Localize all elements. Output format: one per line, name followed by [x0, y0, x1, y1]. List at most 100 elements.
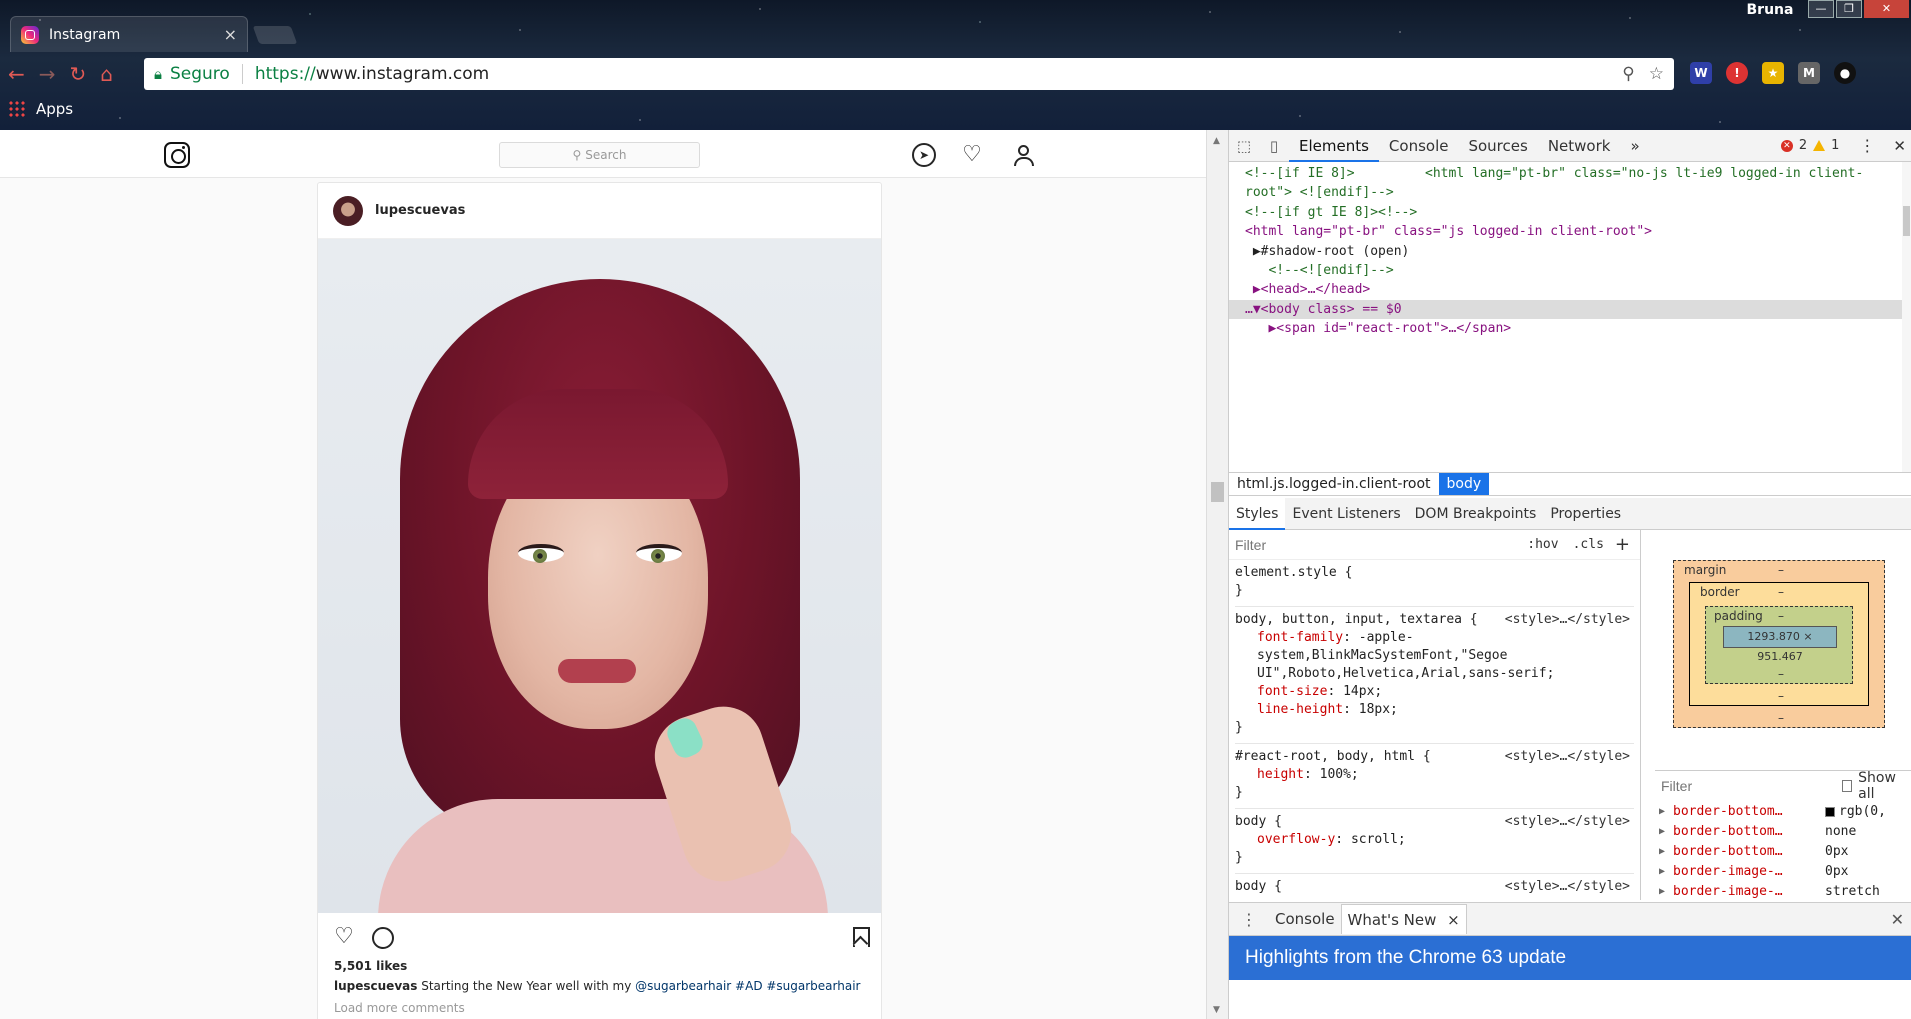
- caption-tags[interactable]: @sugarbearhair #AD #sugarbearhair: [635, 979, 860, 993]
- show-all-checkbox-box[interactable]: [1842, 779, 1853, 792]
- extension-m-icon[interactable]: M: [1798, 62, 1820, 84]
- rule-source-link[interactable]: <style>…</style>: [1505, 748, 1630, 766]
- comment-bubble-icon[interactable]: [370, 925, 394, 949]
- new-tab-button[interactable]: [252, 26, 298, 44]
- dom-line[interactable]: ▶#shadow-root (open): [1229, 242, 1911, 261]
- style-rule[interactable]: body { <style>…</style>: [1235, 874, 1634, 900]
- caption-username[interactable]: lupescuevas: [334, 979, 417, 993]
- home-icon[interactable]: ⌂: [100, 62, 113, 86]
- console-status[interactable]: ✕ 2 1 ⋮ ✕: [1780, 136, 1911, 155]
- cls-toggle-button[interactable]: .cls: [1566, 537, 1611, 552]
- page-scrollbar[interactable]: ▲ ▼: [1206, 130, 1228, 1019]
- bookmark-apps[interactable]: Apps: [36, 100, 73, 118]
- load-more-comments-link[interactable]: Load more comments: [334, 1001, 465, 1015]
- rule-source-link[interactable]: <style>…</style>: [1505, 878, 1630, 896]
- bookmark-save-icon[interactable]: [848, 925, 872, 949]
- rule-property[interactable]: font-family: -apple-system,BlinkMacSyste…: [1235, 629, 1634, 683]
- extension-dark-icon[interactable]: ●: [1834, 62, 1856, 84]
- expand-triangle-icon[interactable]: ▶: [1659, 882, 1673, 902]
- bookmark-star-icon[interactable]: ☆: [1649, 64, 1664, 84]
- lock-icon[interactable]: 🔒︎: [154, 65, 162, 83]
- rule-source-link[interactable]: <style>…</style>: [1505, 611, 1630, 629]
- dom-scrollbar[interactable]: [1902, 162, 1911, 472]
- post-photo[interactable]: [318, 239, 881, 913]
- window-maximize-button[interactable]: ❐: [1836, 0, 1862, 18]
- apps-grid-icon[interactable]: [8, 100, 26, 118]
- dom-line[interactable]: ▶<span id="react-root">…</span>: [1229, 319, 1911, 338]
- tab-properties[interactable]: Properties: [1543, 498, 1628, 530]
- computed-filter-input[interactable]: [1661, 777, 1842, 794]
- scroll-thumb[interactable]: [1211, 482, 1224, 502]
- rule-property[interactable]: font-size: 14px;: [1235, 683, 1634, 701]
- computed-row[interactable]: ▶ border-bottom… rgb(0,: [1655, 802, 1911, 822]
- post-username[interactable]: lupescuevas: [375, 203, 465, 218]
- extension-w-icon[interactable]: W: [1690, 62, 1712, 84]
- style-rule[interactable]: body, button, input, textarea { <style>……: [1235, 607, 1634, 744]
- avatar[interactable]: [333, 195, 363, 226]
- computed-row[interactable]: ▶ border-bottom… none: [1655, 822, 1911, 842]
- extension-red-icon[interactable]: !: [1726, 62, 1748, 84]
- breadcrumb-html[interactable]: html.js.logged-in.client-root: [1229, 473, 1439, 495]
- dom-line[interactable]: <!--[if gt IE 8]><!-->: [1229, 203, 1911, 222]
- window-close-button[interactable]: ✕: [1864, 0, 1909, 18]
- scroll-up-arrow-icon[interactable]: ▲: [1213, 136, 1220, 146]
- rule-property[interactable]: height: 100%;: [1235, 766, 1634, 784]
- tab-elements[interactable]: Elements: [1289, 130, 1379, 162]
- dom-line[interactable]: <!--<![endif]-->: [1229, 261, 1911, 280]
- devtools-close-icon[interactable]: ✕: [1893, 137, 1906, 155]
- dom-line[interactable]: ▶<head>…</head>: [1229, 280, 1911, 299]
- scroll-down-arrow-icon[interactable]: ▼: [1213, 1005, 1220, 1015]
- heart-icon[interactable]: ♡: [960, 143, 984, 167]
- address-bar[interactable]: 🔒︎ Seguro https:// www.instagram.com ⚲ ☆: [144, 58, 1674, 90]
- back-arrow-icon[interactable]: ←: [8, 62, 25, 86]
- tab-styles[interactable]: Styles: [1229, 497, 1286, 530]
- like-heart-icon[interactable]: ♡: [332, 925, 356, 949]
- drawer-tab-close-icon[interactable]: ×: [1447, 911, 1460, 929]
- inspect-element-icon[interactable]: ⬚: [1229, 130, 1259, 162]
- likes-count[interactable]: 5,501 likes: [334, 959, 407, 973]
- drawer-menu-icon[interactable]: ⋮: [1229, 910, 1269, 929]
- search-input[interactable]: ⚲ Search: [499, 142, 700, 168]
- expand-triangle-icon[interactable]: ▶: [1659, 842, 1673, 862]
- hov-toggle-button[interactable]: :hov: [1520, 537, 1565, 552]
- tab-console[interactable]: Console: [1379, 130, 1459, 162]
- box-content-size[interactable]: 1293.870 × 951.467: [1723, 626, 1837, 663]
- tab-dom-breakpoints[interactable]: DOM Breakpoints: [1408, 498, 1544, 530]
- forward-arrow-icon[interactable]: →: [39, 62, 56, 86]
- zoom-magnifier-icon[interactable]: ⚲: [1622, 64, 1634, 84]
- drawer-tab-whats-new[interactable]: What's New ×: [1340, 904, 1467, 934]
- compass-icon[interactable]: ➤: [912, 143, 936, 167]
- tab-close-icon[interactable]: ×: [224, 25, 237, 44]
- show-all-checkbox[interactable]: Show all: [1842, 770, 1906, 802]
- tab-sources[interactable]: Sources: [1458, 130, 1537, 162]
- computed-row[interactable]: ▶ border-image-… stretch: [1655, 882, 1911, 902]
- reload-icon[interactable]: ↻: [70, 62, 87, 86]
- computed-row[interactable]: ▶ border-image-… 0px: [1655, 862, 1911, 882]
- drawer-close-icon[interactable]: ✕: [1891, 910, 1911, 929]
- window-minimize-button[interactable]: —: [1808, 0, 1834, 18]
- style-rule[interactable]: element.style { }: [1235, 560, 1634, 607]
- computed-row[interactable]: ▶ border-bottom… 0px: [1655, 842, 1911, 862]
- color-swatch-icon[interactable]: [1825, 807, 1835, 817]
- dom-tree[interactable]: <!--[if IE 8]> <html lang="pt-br" class=…: [1229, 162, 1911, 472]
- rule-source-link[interactable]: <style>…</style>: [1505, 813, 1630, 831]
- instagram-camera-icon[interactable]: [164, 142, 190, 168]
- dom-line[interactable]: <html lang="pt-br" class="js logged-in c…: [1229, 222, 1911, 241]
- profile-user-name[interactable]: Bruna: [1742, 0, 1798, 20]
- kebab-menu-icon[interactable]: ⋮: [1859, 136, 1875, 155]
- expand-triangle-icon[interactable]: ▶: [1659, 822, 1673, 842]
- breadcrumb-body[interactable]: body: [1438, 473, 1490, 495]
- tab-event-listeners[interactable]: Event Listeners: [1285, 498, 1407, 530]
- device-toolbar-icon[interactable]: ▯: [1259, 130, 1289, 162]
- rule-property[interactable]: overflow-y: scroll;: [1235, 831, 1634, 849]
- rule-property[interactable]: line-height: 18px;: [1235, 701, 1634, 719]
- more-tabs-icon[interactable]: »: [1620, 130, 1649, 162]
- styles-filter-input[interactable]: [1235, 536, 1521, 553]
- style-rule[interactable]: body { <style>…</style> overflow-y: scro…: [1235, 809, 1634, 874]
- drawer-tab-console[interactable]: Console: [1269, 904, 1341, 934]
- dom-line[interactable]: <!--[if IE 8]> <html lang="pt-br" class=…: [1229, 164, 1911, 183]
- secure-label[interactable]: Seguro: [170, 64, 230, 84]
- expand-triangle-icon[interactable]: ▶: [1659, 862, 1673, 882]
- profile-icon[interactable]: [1012, 143, 1036, 167]
- expand-triangle-icon[interactable]: ▶: [1659, 802, 1673, 822]
